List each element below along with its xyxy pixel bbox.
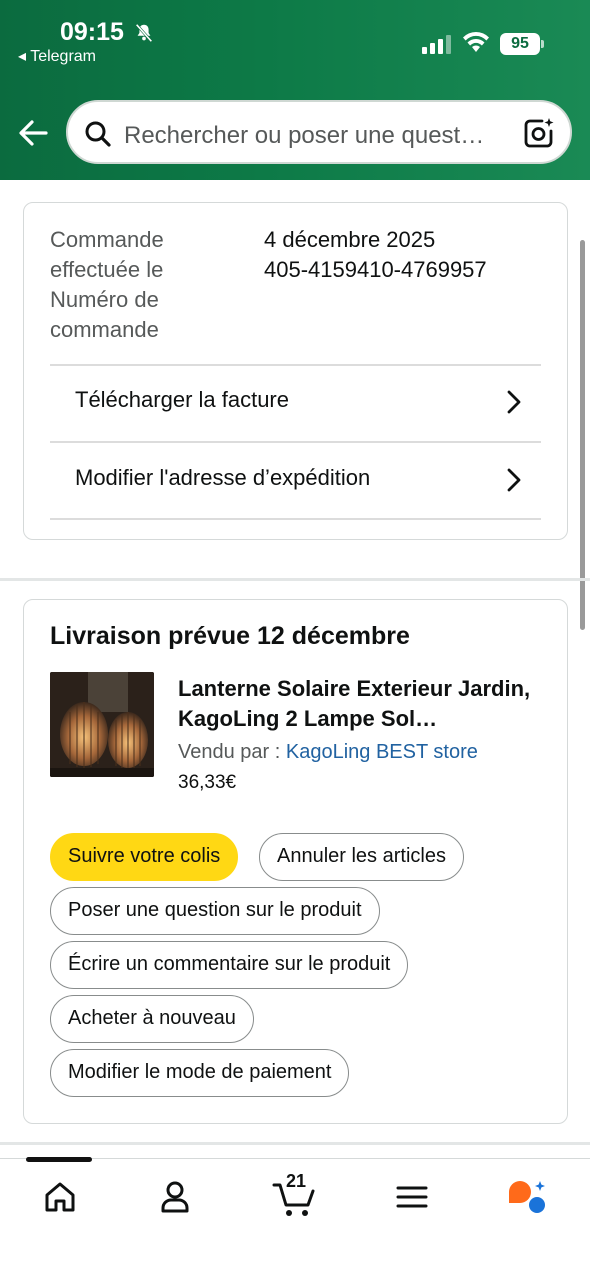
section-divider [0, 578, 590, 581]
lantern-product-picture [50, 672, 154, 777]
nav-account[interactable] [155, 1177, 201, 1217]
bottom-nav: 21 [0, 1157, 590, 1280]
sold-by-label: Vendu par : [178, 741, 286, 763]
section-divider [0, 1142, 590, 1145]
nav-rufus[interactable] [506, 1177, 552, 1217]
order-number-value: 405-4159410-4769957 [264, 257, 487, 282]
download-invoice-label: Télécharger la facture [75, 387, 289, 412]
nav-home[interactable] [40, 1177, 86, 1217]
cart-count-badge: 21 [286, 1171, 307, 1191]
buy-again-button[interactable]: Acheter à nouveau [50, 995, 254, 1043]
status-time: 09:15 [60, 18, 124, 46]
cancel-items-button[interactable]: Annuler les articles [259, 833, 464, 881]
order-date-label: Commande effectuée le [50, 227, 164, 282]
rufus-assistant-icon [509, 1181, 545, 1213]
home-icon [45, 1182, 75, 1212]
search-bar[interactable]: Rechercher ou poser une quest… [66, 100, 572, 164]
write-review-button[interactable]: Écrire un commentaire sur le produit [50, 941, 409, 989]
change-payment-button[interactable]: Modifier le mode de paiement [50, 1049, 350, 1097]
back-arrow-icon[interactable] [16, 115, 52, 151]
order-info-values: 4 décembre 2025 405-4159410-4769957 [264, 225, 487, 285]
bell-muted-icon [135, 23, 153, 43]
product-price: 36,33€ [178, 772, 237, 793]
nav-menu[interactable] [392, 1177, 438, 1217]
order-info-card: Commande effectuée le Numéro de commande… [23, 202, 568, 540]
download-invoice-row[interactable]: Télécharger la facture [50, 365, 541, 441]
battery-indicator: 95 [500, 33, 544, 55]
ask-question-button[interactable]: Poser une question sur le produit [50, 887, 380, 935]
divider [50, 518, 541, 520]
camera-lens-icon[interactable] [522, 116, 556, 150]
track-package-button[interactable]: Suivre votre colis [50, 833, 239, 881]
cellular-signal-icon [422, 35, 451, 54]
seller-link[interactable]: KagoLing BEST store [286, 741, 478, 763]
delivery-title: Livraison prévue 12 décembre [50, 622, 410, 650]
chevron-right-icon [507, 390, 521, 414]
wifi-icon [463, 31, 489, 52]
back-to-telegram-link[interactable]: ◂ Telegram [18, 46, 96, 66]
order-number-label: Numéro de commande [50, 287, 159, 342]
edit-address-label: Modifier l'adresse d’expédition [75, 465, 371, 490]
product-image[interactable] [50, 672, 154, 777]
menu-icon [396, 1186, 428, 1208]
page-scrollbar[interactable] [580, 240, 585, 630]
search-input[interactable]: Rechercher ou poser une quest… [124, 122, 514, 150]
account-icon [161, 1181, 189, 1213]
active-tab-indicator [26, 1157, 92, 1162]
edit-address-row[interactable]: Modifier l'adresse d’expédition [50, 443, 541, 519]
app-header: 09:15 ◂ Telegram 95 Rechercher ou poser … [0, 0, 590, 180]
order-date-value: 4 décembre 2025 [264, 227, 436, 252]
delivery-card: Livraison prévue 12 décembre Lanterne So… [23, 599, 568, 1124]
order-info-labels: Commande effectuée le Numéro de commande [50, 225, 250, 345]
product-title-link[interactable]: Lanterne Solaire Exterieur Jardin, KagoL… [178, 674, 548, 734]
nav-cart[interactable]: 21 [272, 1171, 318, 1217]
seller-row: Vendu par : KagoLing BEST store [178, 741, 478, 764]
search-icon [85, 121, 111, 147]
chevron-right-icon [507, 468, 521, 492]
